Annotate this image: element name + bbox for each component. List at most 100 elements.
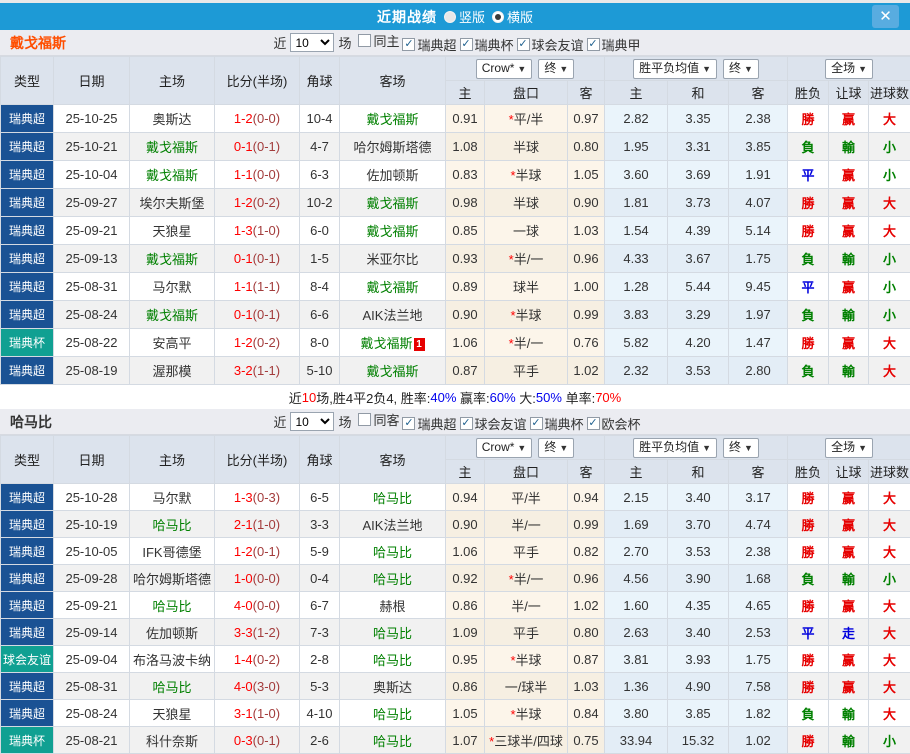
live-odds-asterisk: * bbox=[509, 112, 514, 127]
asia-home-odds-cell: 1.06 bbox=[446, 329, 485, 357]
euro-home-odds-cell: 3.81 bbox=[605, 646, 668, 673]
asia-home-odds-cell: 0.98 bbox=[446, 189, 485, 217]
match-row: 瑞典超25-09-14佐加顿斯3-3(1-2)7-3哈马比1.09平手0.802… bbox=[1, 619, 910, 646]
euro-odds-select[interactable]: 胜平负均值▼ bbox=[633, 438, 717, 458]
asia-away-odds-cell: 1.00 bbox=[568, 273, 605, 301]
euro-away-odds-cell: 4.07 bbox=[729, 189, 788, 217]
corners-cell: 6-3 bbox=[300, 161, 340, 189]
bookmaker-select[interactable]: Crow*▼ bbox=[476, 438, 533, 458]
result-handicap-cell: 赢 bbox=[829, 161, 869, 189]
score-cell: 1-1(1-1) bbox=[215, 273, 300, 301]
checkbox-unchecked-icon bbox=[358, 413, 371, 426]
result-outcome-cell: 勝 bbox=[788, 217, 829, 245]
euro-home-odds-cell: 1.36 bbox=[605, 673, 668, 700]
result-outcome-cell: 負 bbox=[788, 357, 829, 385]
final-odds-select[interactable]: 终▼ bbox=[723, 438, 759, 458]
match-row: 瑞典超25-10-28马尔默1-3(0-3)6-5哈马比0.94平/半0.942… bbox=[1, 484, 910, 511]
summary-text: 近 bbox=[289, 388, 302, 407]
asia-away-odds-cell: 0.80 bbox=[568, 619, 605, 646]
asia-handicap-cell: *平/半 bbox=[485, 105, 568, 133]
chevron-down-icon: ▼ bbox=[858, 64, 867, 74]
euro-draw-odds-cell: 3.53 bbox=[668, 538, 729, 565]
match-row: 瑞典超25-10-25奥斯达1-2(0-0)10-4戴戈福斯0.91*平/半0.… bbox=[1, 105, 910, 133]
euro-draw-odds-cell: 3.69 bbox=[668, 161, 729, 189]
home-team-cell: 哈马比 bbox=[130, 511, 215, 538]
filter-label: 瑞典超 bbox=[417, 414, 456, 433]
titlebar: 近期战绩 竖版 横版 ✕ bbox=[0, 3, 910, 30]
filter-checkbox[interactable]: ✓瑞典超 bbox=[402, 35, 456, 54]
away-team-cell: 哈尔姆斯塔德 bbox=[340, 133, 446, 161]
final-odds-select[interactable]: 终▼ bbox=[538, 59, 574, 79]
result-outcome-cell: 勝 bbox=[788, 538, 829, 565]
euro-away-odds-cell: 4.65 bbox=[729, 592, 788, 619]
corners-cell: 10-4 bbox=[300, 105, 340, 133]
match-row: 瑞典超25-10-04戴戈福斯1-1(0-0)6-3佐加顿斯0.83*半球1.0… bbox=[1, 161, 910, 189]
match-row: 瑞典超25-08-31哈马比4-0(3-0)5-3奥斯达0.86一/球半1.03… bbox=[1, 673, 910, 700]
date-cell: 25-09-21 bbox=[54, 592, 130, 619]
asia-away-odds-cell: 0.75 bbox=[568, 727, 605, 754]
scope-select[interactable]: 全场▼ bbox=[825, 59, 873, 79]
euro-home-odds-cell: 3.60 bbox=[605, 161, 668, 189]
euro-home-odds-cell: 2.82 bbox=[605, 105, 668, 133]
section-header-bar: 戴戈福斯 近 10 场 同主✓瑞典超✓瑞典杯✓球会友谊✓瑞典甲 bbox=[0, 30, 910, 56]
euro-draw-odds-cell: 15.32 bbox=[668, 727, 729, 754]
filter-checkbox[interactable]: ✓瑞典杯 bbox=[530, 414, 584, 433]
asia-handicap-cell: 一/球半 bbox=[485, 673, 568, 700]
league-type-cell: 瑞典超 bbox=[1, 511, 54, 538]
subcol-euro-home: 主 bbox=[605, 460, 668, 484]
radio-vertical-layout[interactable]: 竖版 bbox=[444, 7, 485, 26]
result-goals-cell: 大 bbox=[869, 511, 910, 538]
result-goals-cell: 小 bbox=[869, 727, 910, 754]
league-type-cell: 瑞典超 bbox=[1, 700, 54, 727]
euro-away-odds-cell: 2.38 bbox=[729, 538, 788, 565]
filter-checkbox[interactable]: 同客 bbox=[358, 410, 399, 429]
col-score: 比分(半场) bbox=[215, 57, 300, 105]
summary-text: 70% bbox=[595, 390, 621, 405]
filter-checkbox[interactable]: ✓瑞典甲 bbox=[587, 35, 641, 54]
result-group-header: 全场▼ bbox=[788, 436, 910, 460]
chevron-down-icon: ▼ bbox=[559, 443, 568, 453]
subcol-euro-draw: 和 bbox=[668, 460, 729, 484]
asia-handicap-cell: *半/一 bbox=[485, 565, 568, 592]
result-goals-cell: 大 bbox=[869, 700, 910, 727]
euro-odds-group-header: 胜平负均值▼ 终▼ bbox=[605, 57, 788, 81]
bookmaker-select[interactable]: Crow*▼ bbox=[476, 59, 533, 79]
filter-checkbox[interactable]: ✓球会友谊 bbox=[460, 414, 527, 433]
filter-checkbox[interactable]: ✓欧会杯 bbox=[587, 414, 641, 433]
filter-label: 瑞典杯 bbox=[475, 35, 514, 54]
scope-select[interactable]: 全场▼ bbox=[825, 438, 873, 458]
asia-handicap-cell: *半球 bbox=[485, 301, 568, 329]
corners-cell: 0-4 bbox=[300, 565, 340, 592]
asia-home-odds-cell: 0.86 bbox=[446, 592, 485, 619]
radio-horizontal-layout[interactable]: 横版 bbox=[492, 7, 533, 26]
live-odds-asterisk: * bbox=[509, 336, 514, 351]
away-team-cell: 哈马比 bbox=[340, 700, 446, 727]
filter-checkbox[interactable]: ✓瑞典杯 bbox=[460, 35, 514, 54]
date-cell: 25-10-28 bbox=[54, 484, 130, 511]
asia-odds-group-header: Crow*▼终▼ bbox=[446, 436, 605, 460]
final-odds-select[interactable]: 终▼ bbox=[723, 59, 759, 79]
checkbox-checked-icon: ✓ bbox=[587, 38, 600, 51]
filter-checkbox[interactable]: 同主 bbox=[358, 31, 399, 50]
chevron-down-icon: ▼ bbox=[559, 64, 568, 74]
home-team-cell: 安高平 bbox=[130, 329, 215, 357]
close-button[interactable]: ✕ bbox=[872, 5, 899, 28]
col-type: 类型 bbox=[1, 436, 54, 484]
final-odds-select[interactable]: 终▼ bbox=[538, 438, 574, 458]
team-section-away: 哈马比 近 10 场 同客✓瑞典超✓球会友谊✓瑞典杯✓欧会杯 类型 日期 主场 … bbox=[0, 409, 910, 754]
col-away: 客场 bbox=[340, 436, 446, 484]
result-handicap-cell: 赢 bbox=[829, 189, 869, 217]
result-goals-cell: 大 bbox=[869, 217, 910, 245]
subcol-handicap-result: 让球 bbox=[829, 81, 869, 105]
away-team-cell: 米亚尔比 bbox=[340, 245, 446, 273]
euro-odds-select[interactable]: 胜平负均值▼ bbox=[633, 59, 717, 79]
filter-checkbox[interactable]: ✓瑞典超 bbox=[402, 414, 456, 433]
match-count-select[interactable]: 10 bbox=[290, 33, 334, 52]
home-team-cell: 佐加顿斯 bbox=[130, 619, 215, 646]
subcol-handicap-result: 让球 bbox=[829, 460, 869, 484]
asia-away-odds-cell: 0.76 bbox=[568, 329, 605, 357]
score-cell: 0-1(0-1) bbox=[215, 301, 300, 329]
match-count-select[interactable]: 10 bbox=[290, 412, 334, 431]
asia-home-odds-cell: 1.05 bbox=[446, 700, 485, 727]
filter-checkbox[interactable]: ✓球会友谊 bbox=[517, 35, 584, 54]
